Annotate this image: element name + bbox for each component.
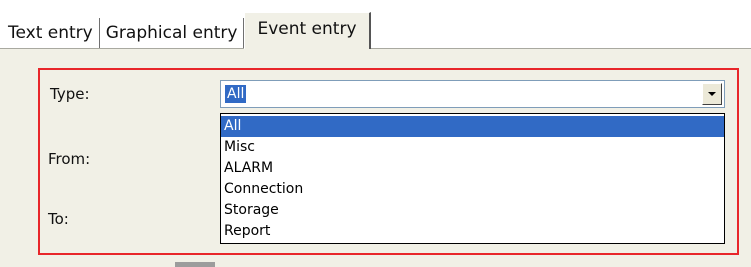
tab-text-entry[interactable]: Text entry — [6, 18, 100, 48]
type-select-value: All — [225, 85, 247, 103]
type-select[interactable]: All — [220, 80, 725, 108]
type-dropdown-list: All Misc ALARM Connection Storage Report — [220, 113, 725, 244]
chevron-down-icon — [708, 92, 716, 96]
event-entry-window: Text entry Graphical entry Event entry T… — [0, 0, 751, 267]
dropdown-option-connection[interactable]: Connection — [221, 179, 724, 200]
dropdown-option-misc[interactable]: Misc — [221, 137, 724, 158]
dropdown-option-report[interactable]: Report — [221, 221, 724, 242]
dropdown-option-storage[interactable]: Storage — [221, 200, 724, 221]
tab-graphical-entry[interactable]: Graphical entry — [100, 18, 245, 48]
partial-control-edge — [175, 262, 215, 267]
type-label: Type: — [50, 85, 90, 103]
to-label: To: — [48, 210, 69, 228]
dropdown-option-alarm[interactable]: ALARM — [221, 158, 724, 179]
tab-event-entry[interactable]: Event entry — [244, 12, 371, 49]
tab-strip: Text entry Graphical entry Event entry — [6, 12, 371, 49]
dropdown-button[interactable] — [702, 83, 722, 105]
dropdown-option-all[interactable]: All — [221, 116, 724, 137]
from-label: From: — [48, 150, 91, 168]
